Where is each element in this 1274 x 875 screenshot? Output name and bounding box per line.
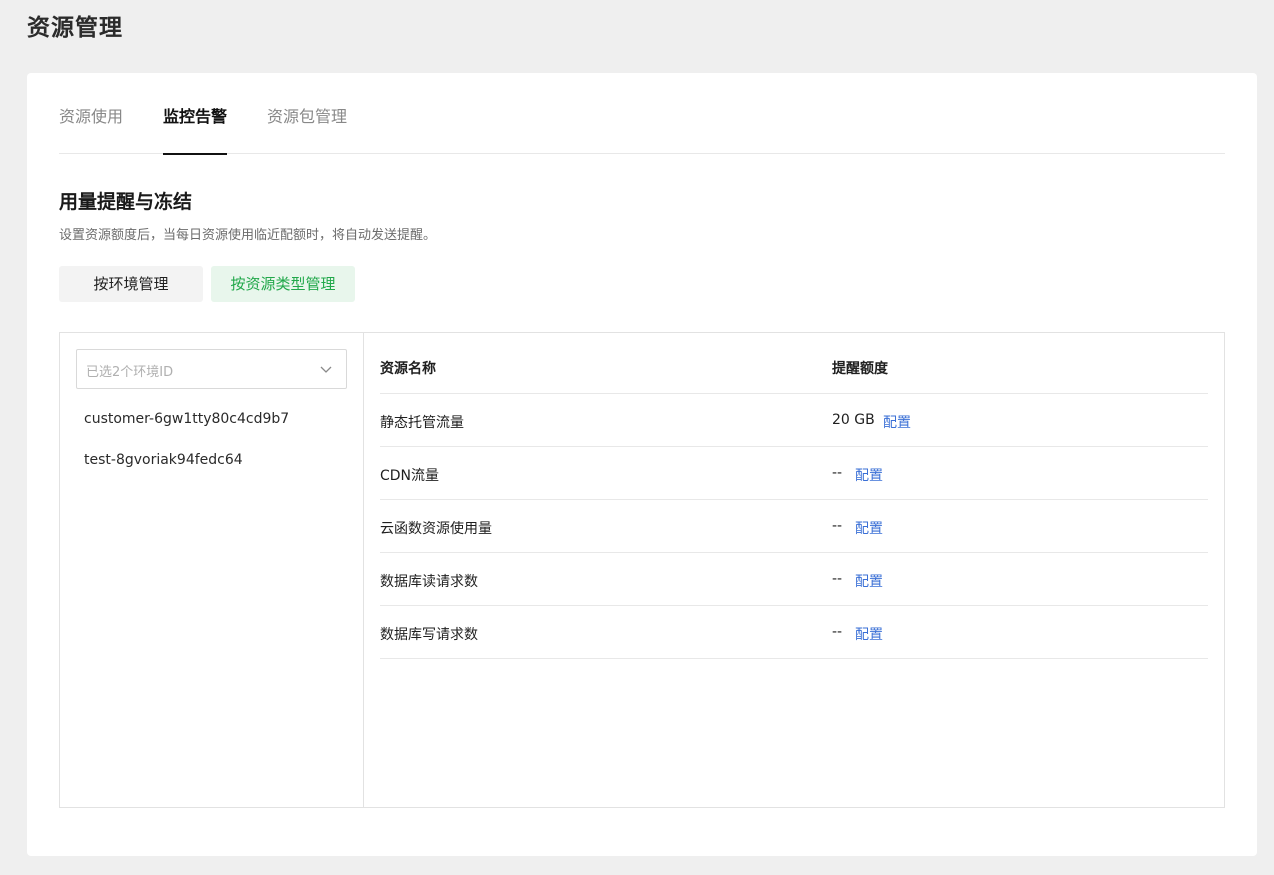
config-link[interactable]: 配置	[883, 412, 911, 432]
column-header-alert-quota: 提醒额度	[832, 361, 888, 377]
env-select-placeholder: 已选2个环境ID	[86, 365, 174, 380]
main-card: 资源使用 监控告警 资源包管理 用量提醒与冻结 设置资源额度后，当每日资源使用临…	[27, 73, 1257, 856]
env-select[interactable]: 已选2个环境ID	[76, 349, 347, 389]
env-list-item[interactable]: test-8gvoriak94fedc64	[84, 452, 243, 468]
resource-table: 资源名称 提醒额度 静态托管流量 20 GB 配置 CDN流量 -- 配置 云函…	[380, 333, 1208, 807]
page-title: 资源管理	[27, 15, 123, 41]
table-row: 云函数资源使用量 -- 配置	[380, 500, 1208, 553]
tab-bar: 资源使用 监控告警 资源包管理	[59, 73, 1225, 155]
resource-name: 静态托管流量	[380, 415, 464, 431]
config-link[interactable]: 配置	[855, 518, 883, 538]
alert-quota-value: --	[832, 571, 843, 587]
manage-by-env-button[interactable]: 按环境管理	[59, 266, 203, 302]
alert-panel: 已选2个环境ID customer-6gw1tty80c4cd9b7 test-…	[59, 332, 1225, 808]
alert-quota-value: --	[832, 624, 843, 640]
tab-resource-usage[interactable]: 资源使用	[59, 103, 123, 154]
config-link[interactable]: 配置	[855, 571, 883, 591]
resource-name: CDN流量	[380, 468, 440, 484]
table-row: 静态托管流量 20 GB 配置	[380, 394, 1208, 447]
table-header: 资源名称 提醒额度	[380, 333, 1208, 394]
resource-name: 数据库读请求数	[380, 574, 478, 590]
section-title: 用量提醒与冻结	[59, 191, 193, 213]
alert-quota-value: 20 GB	[832, 412, 875, 428]
config-link[interactable]: 配置	[855, 624, 883, 644]
tab-resource-packages[interactable]: 资源包管理	[267, 103, 347, 154]
resource-name: 数据库写请求数	[380, 627, 478, 643]
resource-name: 云函数资源使用量	[380, 521, 492, 537]
table-row: CDN流量 -- 配置	[380, 447, 1208, 500]
alert-quota-value: --	[832, 518, 843, 534]
tab-monitor-alert[interactable]: 监控告警	[163, 103, 228, 155]
config-link[interactable]: 配置	[855, 465, 883, 485]
env-list-item[interactable]: customer-6gw1tty80c4cd9b7	[84, 411, 289, 427]
env-pane: 已选2个环境ID customer-6gw1tty80c4cd9b7 test-…	[60, 333, 364, 807]
section-description: 设置资源额度后，当每日资源使用临近配额时，将自动发送提醒。	[59, 228, 437, 243]
table-row: 数据库写请求数 -- 配置	[380, 606, 1208, 659]
table-row: 数据库读请求数 -- 配置	[380, 553, 1208, 606]
alert-quota-value: --	[832, 465, 843, 481]
chevron-down-icon	[320, 366, 332, 373]
manage-by-type-button[interactable]: 按资源类型管理	[211, 266, 355, 302]
column-header-resource-name: 资源名称	[380, 361, 436, 377]
